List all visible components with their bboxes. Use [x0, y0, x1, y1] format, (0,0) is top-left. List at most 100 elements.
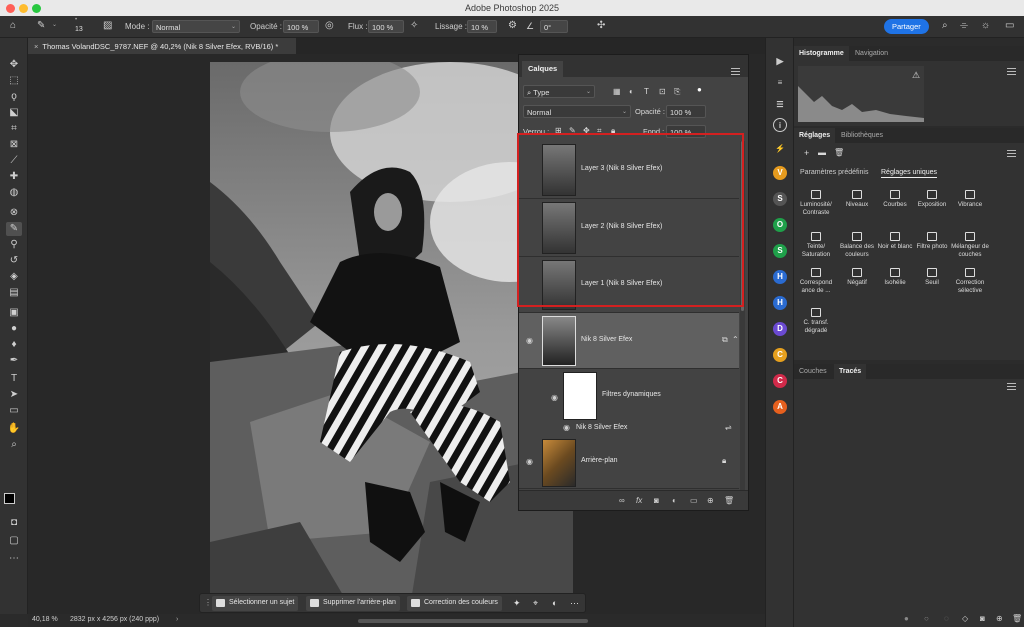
tab-reglages[interactable]: Réglages	[794, 128, 836, 143]
adj-gradient-map[interactable]: C. transf. dégradé	[796, 308, 836, 334]
make-path-icon[interactable]: ◇	[962, 614, 968, 623]
load-selection-icon[interactable]: ◌	[944, 614, 949, 623]
workspace-icon[interactable]: ▭	[1005, 20, 1014, 32]
zoom-tool-icon[interactable]: ⌕	[6, 438, 22, 452]
select-subject-button[interactable]: Sélectionner un sujet	[212, 596, 299, 611]
filter-type-icon[interactable]: T	[644, 87, 649, 96]
clone-stamp-tool-icon[interactable]: ⚲	[6, 238, 22, 252]
adj-posterize[interactable]: Isohélie	[875, 268, 915, 287]
remove-background-button[interactable]: Supprimer l'arrière-plan	[306, 596, 400, 611]
subtab-presets[interactable]: Paramètres prédéfinis	[800, 169, 868, 176]
adj-curves[interactable]: Courbes	[875, 190, 915, 209]
fill-field[interactable]: 100 %	[666, 125, 706, 138]
add-mask-icon[interactable]: ◙	[654, 496, 659, 505]
plugin-v-icon[interactable]: V	[773, 166, 787, 180]
adj-invert[interactable]: Négatif	[837, 268, 877, 287]
transform-icon[interactable]: ⌖	[533, 598, 538, 609]
flow-field[interactable]: 100 %	[368, 20, 404, 33]
smoothing-field[interactable]: 10 %	[467, 20, 497, 33]
panel-menu-icon[interactable]	[1007, 383, 1016, 390]
properties-icon[interactable]: ≡	[773, 76, 787, 90]
pen-tool-icon[interactable]: ✒	[6, 354, 22, 368]
panel-menu-icon[interactable]	[731, 68, 740, 75]
filter-options-icon[interactable]: ⇌	[725, 423, 732, 432]
plugin-h2-icon[interactable]: H	[773, 296, 787, 310]
adj-color-balance[interactable]: Balance des couleurs	[837, 232, 877, 258]
plugin-c2-icon[interactable]: C	[773, 374, 787, 388]
pressure-opacity-icon[interactable]: ◎	[325, 20, 334, 32]
new-path-icon[interactable]: ⊕	[996, 614, 1003, 623]
smart-filters-row[interactable]: ◉ Filtres dynamiques ◉ Nik 8 Silver Efex…	[519, 369, 739, 433]
filter-shape-icon[interactable]: ⊡	[659, 87, 666, 96]
tab-traces[interactable]: Tracés	[834, 364, 867, 379]
layer-row[interactable]: Layer 3 (Nik 8 Silver Efex)	[519, 141, 739, 199]
paint-bucket-tool-icon[interactable]: ▤	[6, 286, 22, 300]
lasso-tool-icon[interactable]: ϙ	[6, 90, 22, 104]
adj-brightness-contrast[interactable]: Luminosité/ Contraste	[796, 190, 836, 216]
adj-threshold[interactable]: Seuil	[912, 268, 952, 287]
layer-filter-select[interactable]: ⌕ Type ⌄	[523, 85, 595, 98]
lock-pixels-icon[interactable]: ✎	[569, 126, 576, 135]
plugins-icon[interactable]: ⚡	[773, 142, 787, 156]
eye-icon[interactable]: ◉	[563, 423, 570, 432]
plugin-s2-icon[interactable]: S	[773, 244, 787, 258]
folder-icon[interactable]: ▬	[818, 148, 826, 157]
layer-row-selected[interactable]: ◉ Nik 8 Silver Efex ⧉ ⌃	[519, 313, 739, 369]
lock-transparency-icon[interactable]: ⊞	[555, 126, 562, 135]
sparkle-icon[interactable]: ✦	[513, 598, 521, 609]
symmetry-icon[interactable]: ✣	[597, 20, 605, 32]
patch-tool-icon[interactable]: ⊗	[6, 206, 22, 220]
eye-icon[interactable]: ◉	[551, 393, 558, 402]
history-brush-tool-icon[interactable]: ↺	[6, 254, 22, 268]
drag-handle-icon[interactable]: ⋮	[204, 598, 212, 607]
tab-couches[interactable]: Couches	[794, 364, 832, 379]
plugin-h-icon[interactable]: H	[773, 270, 787, 284]
color-correction-button[interactable]: Correction des couleurs	[407, 596, 502, 611]
remove-tool-icon[interactable]: ◍	[6, 186, 22, 200]
adj-hue-saturation[interactable]: Teinte/ Saturation	[796, 232, 836, 258]
tab-calques[interactable]: Calques	[522, 61, 564, 77]
bulb-icon[interactable]: ☼	[981, 20, 990, 32]
angle-field[interactable]: 0°	[540, 20, 568, 33]
more-icon[interactable]: ⋯	[570, 598, 579, 609]
shape-tool-icon[interactable]: ▭	[6, 404, 22, 418]
eye-icon[interactable]: ◉	[526, 457, 533, 466]
tab-bibliotheques[interactable]: Bibliothèques	[836, 128, 888, 143]
mode-select[interactable]: Normal ⌄	[152, 20, 240, 33]
subtab-single-adjustments[interactable]: Réglages uniques	[881, 169, 938, 178]
layer-style-icon[interactable]: fx	[636, 496, 642, 505]
brush-settings-icon[interactable]: ▨	[103, 20, 112, 32]
eyedropper-tool-icon[interactable]: ⟋	[6, 154, 22, 168]
add-icon[interactable]: +	[804, 148, 809, 158]
adj-channel-mixer[interactable]: Mélangeur de couches	[950, 232, 990, 258]
type-tool-icon[interactable]: T	[6, 372, 22, 386]
quick-mask-icon[interactable]: ◘	[6, 516, 22, 530]
filter-adjustment-icon[interactable]: ◐	[629, 87, 634, 96]
lock-position-icon[interactable]: ✥	[583, 126, 590, 135]
path-selection-tool-icon[interactable]: ➤	[6, 388, 22, 402]
delete-path-icon[interactable]: 🗑︎	[1012, 614, 1022, 623]
adj-photo-filter[interactable]: Filtre photo	[912, 232, 952, 251]
crop-tool-icon[interactable]: ⌗	[6, 122, 22, 136]
link-layers-icon[interactable]: ∞	[619, 496, 625, 505]
eraser-tool-icon[interactable]: ◈	[6, 270, 22, 284]
brush-tool-icon[interactable]: ✎	[6, 222, 22, 236]
tab-navigation[interactable]: Navigation	[850, 46, 893, 61]
tab-histogram[interactable]: Histogramme	[794, 46, 849, 61]
new-layer-icon[interactable]: ⊕	[707, 496, 714, 505]
document-tab[interactable]: × Thomas VolandDSC_9787.NEF @ 40,2% (Nik …	[28, 38, 296, 54]
chevron-right-icon[interactable]: ›	[176, 616, 178, 623]
info-icon[interactable]: i	[773, 118, 787, 132]
plugin-a-icon[interactable]: A	[773, 400, 787, 414]
brush-tool-icon[interactable]: ✎	[37, 20, 45, 32]
adj-selective-color[interactable]: Correction sélective	[950, 268, 990, 294]
frame-tool-icon[interactable]: ⊠	[6, 138, 22, 152]
panel-menu-icon[interactable]	[1007, 150, 1016, 157]
add-mask-icon[interactable]: ◙	[980, 614, 985, 623]
filter-pixel-icon[interactable]: ▦	[613, 87, 621, 96]
adj-color-lookup[interactable]: Correspond ance de ...	[796, 268, 836, 294]
blend-mode-select[interactable]: Normal ⌄	[523, 105, 631, 118]
stroke-path-icon[interactable]: ○	[924, 614, 929, 623]
search-icon[interactable]: ⌕	[942, 20, 948, 32]
spot-healing-tool-icon[interactable]: ✚	[6, 170, 22, 184]
